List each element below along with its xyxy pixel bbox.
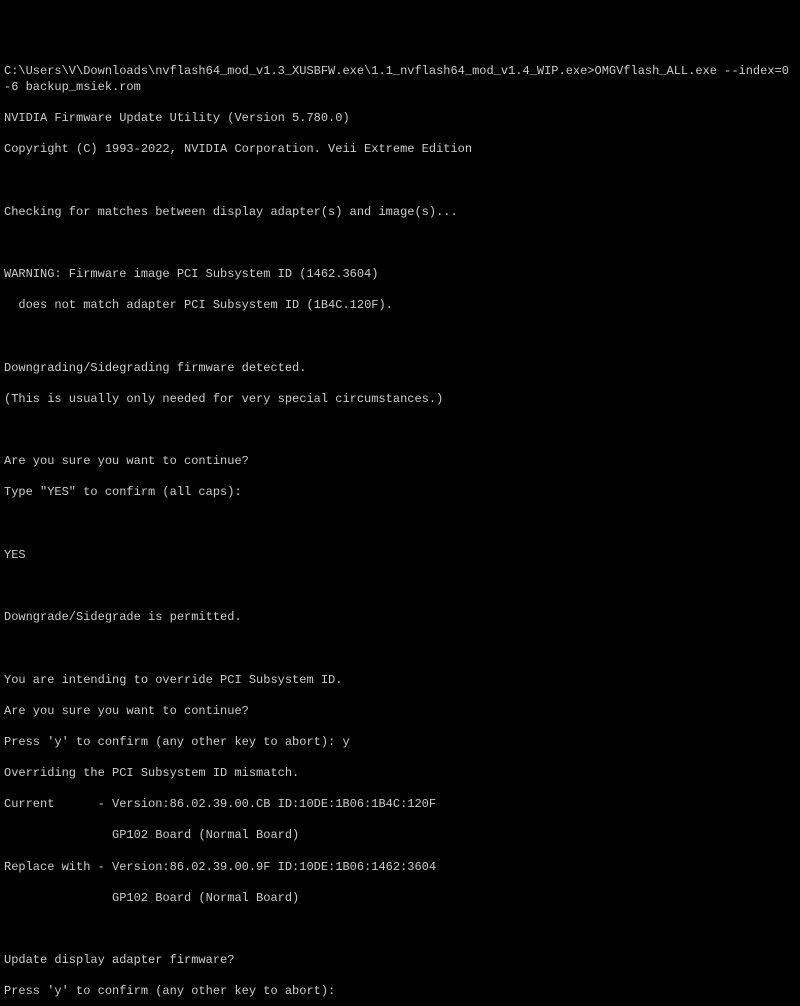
confirm-prompt-2: Type "YES" to confirm (all caps): <box>4 485 796 501</box>
update-press-y[interactable]: Press 'y' to confirm (any other key to a… <box>4 984 796 1000</box>
update-prompt: Update display adapter firmware? <box>4 953 796 969</box>
blank-line <box>4 922 796 938</box>
blank-line <box>4 329 796 345</box>
confirm-prompt-1: Are you sure you want to continue? <box>4 454 796 470</box>
current-board: GP102 Board (Normal Board) <box>4 828 796 844</box>
warning-line-1: WARNING: Firmware image PCI Subsystem ID… <box>4 267 796 283</box>
blank-line <box>4 641 796 657</box>
blank-line <box>4 174 796 190</box>
utility-header: NVIDIA Firmware Update Utility (Version … <box>4 111 796 127</box>
override-press-y[interactable]: Press 'y' to confirm (any other key to a… <box>4 735 796 751</box>
command-prompt-line: C:\Users\V\Downloads\nvflash64_mod_v1.3_… <box>4 64 796 95</box>
yes-confirmation[interactable]: YES <box>4 548 796 564</box>
blank-line <box>4 517 796 533</box>
checking-status: Checking for matches between display ada… <box>4 205 796 221</box>
downgrade-detected: Downgrading/Sidegrading firmware detecte… <box>4 361 796 377</box>
blank-line <box>4 579 796 595</box>
override-notice: You are intending to override PCI Subsys… <box>4 673 796 689</box>
blank-line <box>4 423 796 439</box>
override-status: Overriding the PCI Subsystem ID mismatch… <box>4 766 796 782</box>
current-version: Current - Version:86.02.39.00.CB ID:10DE… <box>4 797 796 813</box>
downgrade-note: (This is usually only needed for very sp… <box>4 392 796 408</box>
permitted-status: Downgrade/Sidegrade is permitted. <box>4 610 796 626</box>
replace-board: GP102 Board (Normal Board) <box>4 891 796 907</box>
override-confirm: Are you sure you want to continue? <box>4 704 796 720</box>
warning-line-2: does not match adapter PCI Subsystem ID … <box>4 298 796 314</box>
replace-version: Replace with - Version:86.02.39.00.9F ID… <box>4 860 796 876</box>
copyright-line: Copyright (C) 1993-2022, NVIDIA Corporat… <box>4 142 796 158</box>
blank-line <box>4 236 796 252</box>
